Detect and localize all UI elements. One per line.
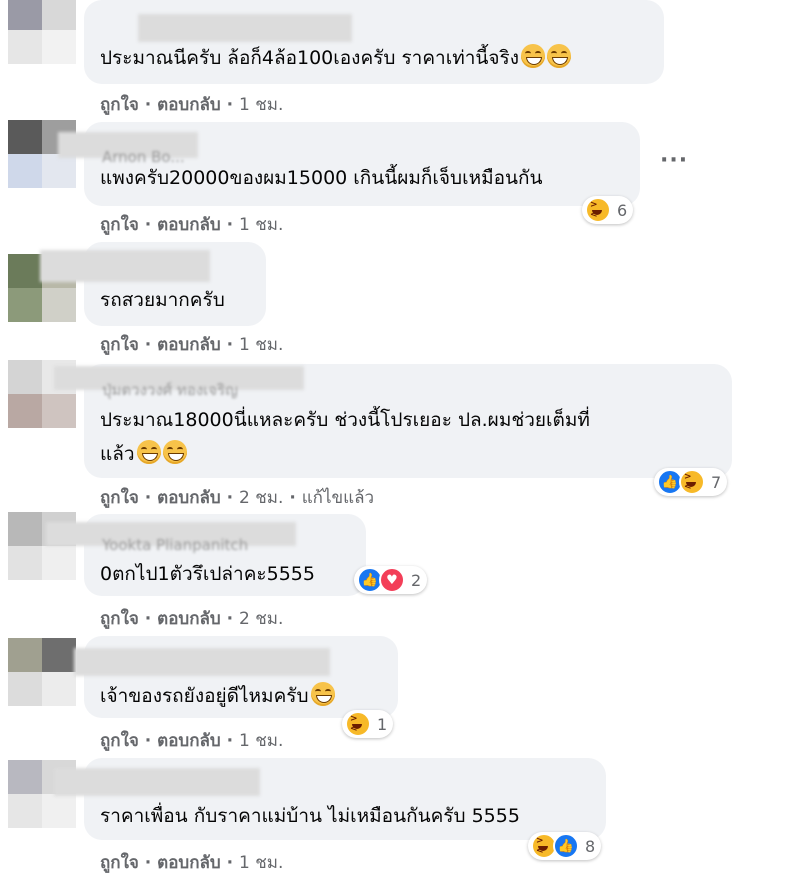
reaction-count: 1: [377, 714, 388, 734]
comment-actions: ถูกใจ · ตอบกลับ · 1 ชม.: [100, 731, 284, 751]
reaction-count: 8: [585, 836, 596, 856]
edited-label: แก้ไขแล้ว: [301, 488, 375, 508]
comment-actions: ถูกใจ · ตอบกลับ · 1 ชม.: [100, 95, 284, 115]
timestamp[interactable]: 1 ชม.: [239, 215, 283, 235]
comment-text: ประมาณ18000นี่แหละครับ ช่วงนี้โปรเยอะ ปล…: [100, 409, 590, 431]
reply-link[interactable]: ตอบกลับ: [157, 215, 221, 235]
comment-bubble: เจ้าของรถยังอยู่ดีไหมครับ: [74, 636, 398, 718]
comment-text: ประมาณนีครับ ล้อก็4ล้อ100เองครับ ราคาเท่…: [100, 42, 572, 74]
comment-bubble: ประมาณนีครับ ล้อก็4ล้อ100เองครับ ราคาเท่…: [84, 0, 664, 84]
timestamp[interactable]: 1 ชม.: [239, 335, 283, 355]
like-link[interactable]: ถูกใจ: [100, 853, 139, 873]
comment-actions: ถูกใจ · ตอบกลับ · 2 ชม. · แก้ไขแล้ว: [100, 488, 375, 508]
comment-text: เจ้าของรถยังอยู่ดีไหมครับ: [100, 680, 335, 712]
reaction-count: 7: [711, 472, 722, 492]
like-link[interactable]: ถูกใจ: [100, 609, 139, 629]
reply-link[interactable]: ตอบกลับ: [157, 488, 221, 508]
more-options-button[interactable]: ···: [660, 148, 688, 173]
avatar[interactable]: [8, 0, 76, 64]
grin-emoji: [310, 682, 335, 706]
commenter-name-blurred[interactable]: [74, 648, 330, 676]
comment-actions: ถูกใจ · ตอบกลับ · 1 ชม.: [100, 335, 284, 355]
comment-text: ราคาเพื่อน กับราคาแม่บ้าน ไม่เหมือนกันคร…: [100, 805, 520, 827]
comment-bubble: Arnon Bo... แพงครับ20000ของผม15000 เกินน…: [58, 122, 640, 206]
timestamp[interactable]: 2 ชม.: [239, 609, 283, 629]
more-horizontal-icon: ···: [660, 148, 689, 173]
reaction-summary[interactable]: 👍 ♥ 2: [354, 566, 428, 594]
comment-bubble: รถสวยมากครับ: [40, 242, 266, 326]
comment-actions: ถูกใจ · ตอบกลับ · 1 ชม.: [100, 853, 284, 873]
comment-text-line-2: แล้ว: [100, 438, 187, 470]
like-link[interactable]: ถูกใจ: [100, 215, 139, 235]
reaction-summary[interactable]: 6: [582, 196, 634, 224]
commenter-name-ghost: ปุ่มตวงวงศ์ ทองเจริญ: [102, 381, 238, 399]
comment-bubble: ราคาเพื่อน กับราคาแม่บ้าน ไม่เหมือนกันคร…: [54, 758, 606, 840]
comment-actions: ถูกใจ · ตอบกลับ · 1 ชม.: [100, 215, 284, 235]
comment-text: 0ตกไป1ตัวรึเปล่าคะ5555: [100, 563, 315, 585]
like-link[interactable]: ถูกใจ: [100, 488, 139, 508]
love-reaction-icon: ♥: [379, 567, 405, 593]
comment-actions: ถูกใจ · ตอบกลับ · 2 ชม.: [100, 609, 284, 629]
timestamp[interactable]: 1 ชม.: [239, 853, 283, 873]
commenter-name-blurred[interactable]: [54, 768, 260, 796]
timestamp[interactable]: 1 ชม.: [239, 731, 283, 751]
reaction-summary[interactable]: 👍 7: [654, 468, 728, 496]
comment-text: รถสวยมากครับ: [100, 289, 225, 311]
commenter-name-blurred[interactable]: [40, 250, 210, 282]
reaction-count: 2: [411, 570, 422, 590]
reply-link[interactable]: ตอบกลับ: [157, 335, 221, 355]
haha-reaction-icon: [679, 469, 705, 495]
like-link[interactable]: ถูกใจ: [100, 95, 139, 115]
comment-bubble: ปุ่มตวงวงศ์ ทองเจริญ ประมาณ18000นี่แหละค…: [54, 364, 732, 478]
grin-emoji: [162, 440, 187, 464]
grin-emoji: [547, 44, 572, 68]
like-link[interactable]: ถูกใจ: [100, 731, 139, 751]
like-reaction-icon: 👍: [553, 833, 579, 859]
reaction-count: 6: [617, 200, 628, 220]
like-link[interactable]: ถูกใจ: [100, 335, 139, 355]
reply-link[interactable]: ตอบกลับ: [157, 609, 221, 629]
reply-link[interactable]: ตอบกลับ: [157, 853, 221, 873]
haha-reaction-icon: [585, 197, 611, 223]
reaction-summary[interactable]: 1: [342, 710, 394, 738]
commenter-name-blurred[interactable]: [138, 14, 352, 42]
reply-link[interactable]: ตอบกลับ: [157, 95, 221, 115]
grin-emoji: [521, 44, 546, 68]
reaction-summary[interactable]: 👍 8: [528, 832, 602, 860]
avatar[interactable]: [8, 638, 76, 706]
timestamp[interactable]: 2 ชม.: [239, 488, 283, 508]
grin-emoji: [136, 440, 161, 464]
comment-bubble: Yookta Plianpanitch 0ตกไป1ตัวรึเปล่าคะ55…: [46, 514, 366, 596]
haha-reaction-icon: [345, 711, 371, 737]
commenter-name-ghost: Yookta Plianpanitch: [102, 536, 249, 554]
reply-link[interactable]: ตอบกลับ: [157, 731, 221, 751]
comment-text: แพงครับ20000ของผม15000 เกินนี้ผมก็เจ็บเห…: [100, 167, 543, 189]
timestamp[interactable]: 1 ชม.: [239, 95, 283, 115]
